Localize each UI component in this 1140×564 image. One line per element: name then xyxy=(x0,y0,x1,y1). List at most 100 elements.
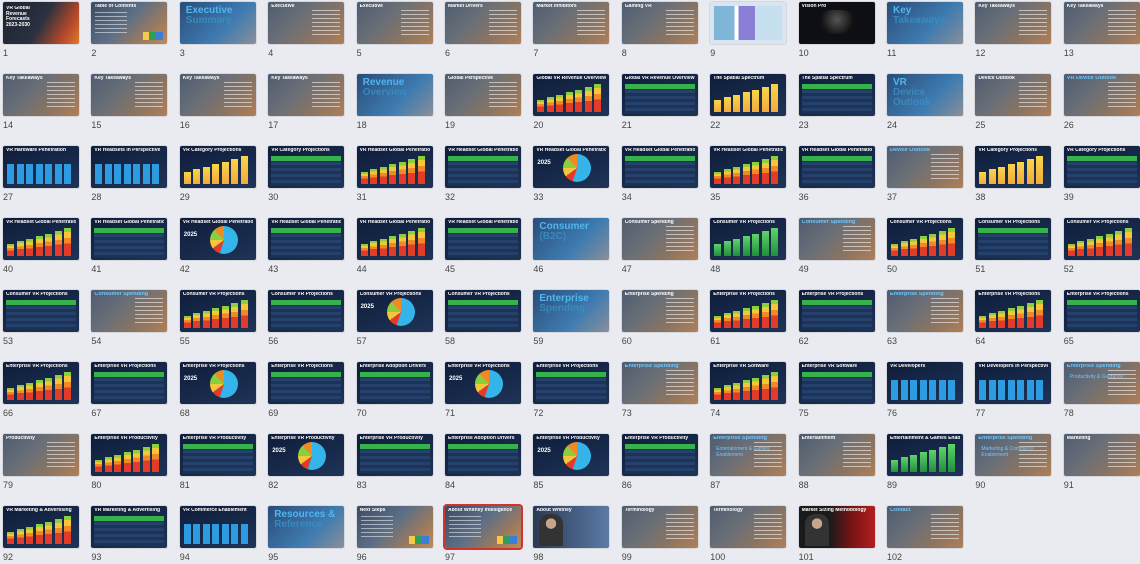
slide-cell[interactable]: Enterprise VR Projections 69 xyxy=(268,362,345,418)
slide-cell[interactable]: Executive Summary 3 xyxy=(179,2,256,58)
slide-cell[interactable]: Contact 102 xyxy=(887,506,963,562)
slide-cell[interactable]: VR Headset Global Penetration 34 xyxy=(621,146,698,202)
slide-thumbnail[interactable]: Consumer VR Projections xyxy=(179,290,256,332)
slide-cell[interactable]: Enterprise VR Projections 61 xyxy=(710,290,787,346)
slide-cell[interactable]: Consumer Spending 49 xyxy=(798,218,875,274)
slide-thumbnail[interactable]: Market Drivers xyxy=(445,2,521,44)
slide-cell[interactable]: Consumer Spending 54 xyxy=(91,290,168,346)
slide-thumbnail[interactable]: Resources & Reference xyxy=(268,506,345,548)
slide-thumbnail[interactable]: Enterprise Spending Marketing & Commerce … xyxy=(975,434,1052,476)
slide-cell[interactable]: Resources & Reference 95 xyxy=(268,506,345,562)
slide-thumbnail[interactable]: VR Marketing & Advertising xyxy=(91,506,168,548)
slide-cell[interactable]: Next Steps 96 xyxy=(356,506,433,562)
slide-thumbnail[interactable]: About Whitney xyxy=(533,506,610,548)
slide-cell[interactable]: Device Outlook 37 xyxy=(887,146,963,202)
slide-thumbnail[interactable]: VR Category Projections xyxy=(179,146,256,188)
slide-cell[interactable]: Enterprise Spending Marketing & Commerce … xyxy=(975,434,1052,490)
slide-thumbnail[interactable]: VR Developers in Perspective xyxy=(975,362,1052,404)
slide-cell[interactable]: Enterprise VR Productivity 86 xyxy=(621,434,698,490)
slide-thumbnail[interactable]: VR Device Outlook xyxy=(887,74,963,116)
slide-cell[interactable]: VR Category Projections 38 xyxy=(975,146,1052,202)
slide-thumbnail[interactable]: Consumer Spending xyxy=(91,290,168,332)
slide-cell[interactable]: Enterprise VR Projections 64 xyxy=(975,290,1052,346)
slide-thumbnail[interactable]: Key Takeaways xyxy=(1063,2,1140,44)
slide-cell[interactable]: Key Takeaways 14 xyxy=(3,74,79,130)
slide-thumbnail[interactable]: VR Category Projections xyxy=(268,146,345,188)
slide-cell[interactable]: Table of Contents 2 xyxy=(91,2,168,58)
slide-thumbnail[interactable]: Device Outlook xyxy=(887,146,963,188)
slide-cell[interactable]: VR Category Projections 29 xyxy=(179,146,256,202)
slide-thumbnail[interactable]: Enterprise VR Software xyxy=(798,362,875,404)
slide-cell[interactable]: Enterprise VR Software 74 xyxy=(710,362,787,418)
slide-thumbnail[interactable]: Global Perspective xyxy=(445,74,521,116)
slide-thumbnail[interactable]: Marketing xyxy=(1063,434,1140,476)
slide-thumbnail[interactable]: Enterprise Spending xyxy=(621,290,698,332)
slide-thumbnail[interactable]: Enterprise VR Projections xyxy=(798,290,875,332)
slide-cell[interactable]: VR Device Outlook 24 xyxy=(887,74,963,130)
slide-thumbnail[interactable]: Enterprise VR Productivity 2025 xyxy=(533,434,610,476)
slide-cell[interactable]: Key Takeaways 12 xyxy=(975,2,1052,58)
slide-cell[interactable]: About Whitney Intelligence 97 xyxy=(445,506,521,562)
slide-thumbnail[interactable]: VR Headset Global Penetration xyxy=(356,218,433,260)
slide-cell[interactable]: VR Hardware Penetration 27 xyxy=(3,146,79,202)
slide-cell[interactable]: Enterprise Adoption Drivers 70 xyxy=(356,362,433,418)
slide-cell[interactable]: Enterprise VR Projections 62 xyxy=(798,290,875,346)
slide-thumbnail[interactable]: Productivity xyxy=(3,434,79,476)
slide-thumbnail[interactable]: The Spatial Spectrum xyxy=(710,74,787,116)
slide-cell[interactable]: Consumer VR Projections 2025 57 xyxy=(356,290,433,346)
slide-thumbnail[interactable]: Enterprise Spending Entertainment & Games… xyxy=(710,434,787,476)
slide-cell[interactable]: Enterprise Spending 60 xyxy=(621,290,698,346)
slide-cell[interactable]: VR Category Projections 30 xyxy=(268,146,345,202)
slide-cell[interactable]: Productivity 79 xyxy=(3,434,79,490)
slide-cell[interactable]: Enterprise VR Projections 72 xyxy=(533,362,610,418)
slide-cell[interactable]: Enterprise VR Productivity 2025 85 xyxy=(533,434,610,490)
slide-cell[interactable]: Enterprise VR Projections 2025 71 xyxy=(445,362,521,418)
slide-thumbnail[interactable]: Market Inhibitors xyxy=(533,2,610,44)
slide-thumbnail[interactable]: VR Headset Global Penetration xyxy=(356,146,433,188)
slide-thumbnail[interactable]: Enterprise VR Projections xyxy=(710,290,787,332)
slide-thumbnail[interactable]: Consumer VR Projections xyxy=(3,290,79,332)
slide-thumbnail[interactable]: Enterprise Adoption Drivers xyxy=(356,362,433,404)
slide-cell[interactable]: Enterprise VR Productivity 2025 82 xyxy=(268,434,345,490)
slide-thumbnail[interactable]: Consumer Spending xyxy=(798,218,875,260)
slide-thumbnail[interactable]: Consumer VR Projections 2025 xyxy=(356,290,433,332)
slide-cell[interactable]: Key Takeaways 16 xyxy=(179,74,256,130)
slide-cell[interactable]: Consumer VR Projections 50 xyxy=(887,218,963,274)
slide-cell[interactable]: Consumer Spending 47 xyxy=(621,218,698,274)
slide-cell[interactable]: 9 xyxy=(710,2,787,58)
slide-cell[interactable]: About Whitney 98 xyxy=(533,506,610,562)
slide-cell[interactable]: Global VR Revenue Overview 21 xyxy=(621,74,698,130)
slide-cell[interactable]: Enterprise VR Projections 66 xyxy=(3,362,79,418)
slide-cell[interactable]: The Spatial Spectrum 22 xyxy=(710,74,787,130)
slide-thumbnail[interactable]: Next Steps xyxy=(356,506,433,548)
slide-thumbnail[interactable]: VR Headset Global Penetration xyxy=(710,146,787,188)
slide-cell[interactable]: VR Developers 76 xyxy=(887,362,963,418)
slide-thumbnail[interactable]: VR Headset Global Penetration xyxy=(91,218,168,260)
slide-thumbnail[interactable]: VR Hardware Penetration xyxy=(3,146,79,188)
slide-thumbnail[interactable]: Vision Pro xyxy=(798,2,875,44)
slide-thumbnail[interactable]: Consumer VR Projections xyxy=(975,218,1052,260)
slide-cell[interactable]: Enterprise Spending 59 xyxy=(533,290,610,346)
slide-cell[interactable]: Consumer VR Projections 52 xyxy=(1063,218,1140,274)
slide-cell[interactable]: Consumer VR Projections 48 xyxy=(710,218,787,274)
slide-cell[interactable]: Vision Pro 10 xyxy=(798,2,875,58)
slide-thumbnail[interactable]: About Whitney Intelligence xyxy=(445,506,521,548)
slide-thumbnail[interactable]: Consumer VR Projections xyxy=(268,290,345,332)
slide-thumbnail[interactable]: VR Device Outlook xyxy=(1063,74,1140,116)
slide-cell[interactable]: Key Takeaways 11 xyxy=(887,2,963,58)
slide-thumbnail[interactable]: Key Takeaways xyxy=(3,74,79,116)
slide-cell[interactable]: Device Outlook 25 xyxy=(975,74,1052,130)
slide-thumbnail[interactable]: Key Takeaways xyxy=(887,2,963,44)
slide-thumbnail[interactable]: Device Outlook xyxy=(975,74,1052,116)
slide-thumbnail[interactable]: Executive xyxy=(268,2,345,44)
slide-cell[interactable]: VR Commerce Enablement 94 xyxy=(179,506,256,562)
slide-thumbnail[interactable]: Table of Contents xyxy=(91,2,168,44)
slide-thumbnail[interactable]: Enterprise VR Projections xyxy=(975,290,1052,332)
slide-cell[interactable]: VR Headset Global Penetration 2025 42 xyxy=(179,218,256,274)
slide-thumbnail[interactable]: Global VR Revenue Overview xyxy=(621,74,698,116)
slide-cell[interactable]: VR Device Outlook 26 xyxy=(1063,74,1140,130)
slide-cell[interactable]: Terminology 99 xyxy=(621,506,698,562)
slide-thumbnail[interactable]: Executive xyxy=(356,2,433,44)
slide-cell[interactable]: VR Marketing & Advertising 93 xyxy=(91,506,168,562)
slide-cell[interactable]: VR Headset Global Penetration 32 xyxy=(445,146,521,202)
